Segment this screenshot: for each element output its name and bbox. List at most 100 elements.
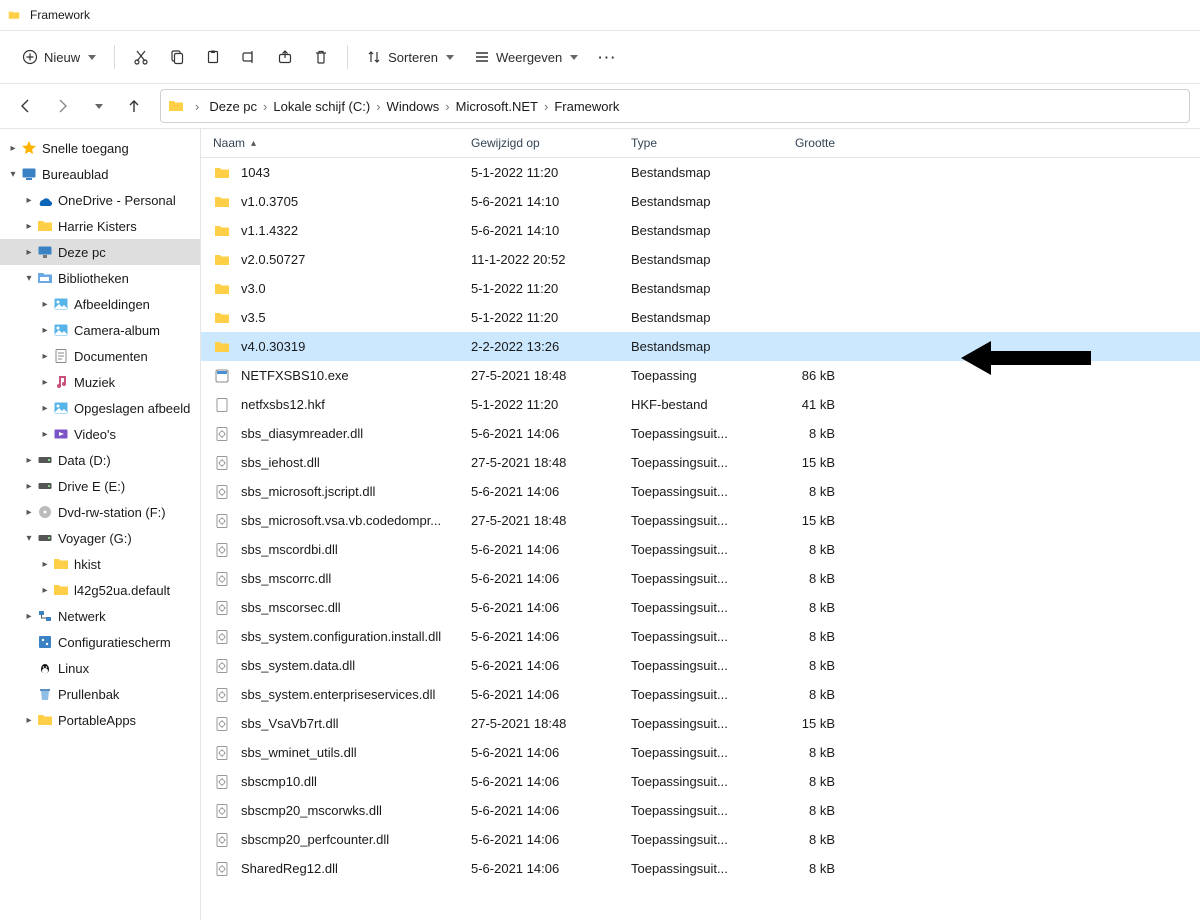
file-row[interactable]: sbs_diasymreader.dll5-6-2021 14:06Toepas… <box>201 419 1200 448</box>
tree-item[interactable]: ▸Drive E (E:) <box>0 473 200 499</box>
breadcrumb-item[interactable]: Framework <box>550 97 623 116</box>
tree-twisty[interactable]: ▸ <box>22 455 36 466</box>
tree-item[interactable]: ▸hkist <box>0 551 200 577</box>
column-date[interactable]: Gewijzigd op <box>459 136 619 150</box>
file-row[interactable]: sbs_iehost.dll27-5-2021 18:48Toepassings… <box>201 448 1200 477</box>
new-button[interactable]: Nieuw <box>14 40 104 74</box>
tree-twisty[interactable]: ▾ <box>6 169 20 180</box>
file-row[interactable]: sbs_microsoft.jscript.dll5-6-2021 14:06T… <box>201 477 1200 506</box>
file-size: 41 kB <box>753 397 847 412</box>
tree-item[interactable]: ▸OneDrive - Personal <box>0 187 200 213</box>
copy-button[interactable] <box>161 40 193 74</box>
tree-label: Linux <box>58 661 89 676</box>
file-row[interactable]: sbscmp10.dll5-6-2021 14:06Toepassingsuit… <box>201 767 1200 796</box>
column-size[interactable]: Grootte <box>753 136 847 150</box>
tree-item[interactable]: ▸Dvd-rw-station (F:) <box>0 499 200 525</box>
file-row[interactable]: sbscmp20_mscorwks.dll5-6-2021 14:06Toepa… <box>201 796 1200 825</box>
sort-button[interactable]: Sorteren <box>358 40 462 74</box>
delete-button[interactable] <box>305 40 337 74</box>
tree-item[interactable]: ▸Harrie Kisters <box>0 213 200 239</box>
tree-item[interactable]: ▸PortableApps <box>0 707 200 733</box>
file-row[interactable]: sbscmp20_perfcounter.dll5-6-2021 14:06To… <box>201 825 1200 854</box>
tree-item[interactable]: Configuratiescherm <box>0 629 200 655</box>
file-name: netfxsbs12.hkf <box>241 397 325 412</box>
tree-twisty[interactable]: ▸ <box>22 715 36 726</box>
tree-twisty[interactable]: ▸ <box>38 429 52 440</box>
file-row[interactable]: v2.0.5072711-1-2022 20:52Bestandsmap <box>201 245 1200 274</box>
tree-item[interactable]: ▸Opgeslagen afbeeld <box>0 395 200 421</box>
tree-item[interactable]: ▾Bureaublad <box>0 161 200 187</box>
file-row[interactable]: v1.1.43225-6-2021 14:10Bestandsmap <box>201 216 1200 245</box>
tree-label: Bibliotheken <box>58 271 129 286</box>
paste-button[interactable] <box>197 40 229 74</box>
tree-item[interactable]: ▸Netwerk <box>0 603 200 629</box>
tree-item[interactable]: ▸Deze pc <box>0 239 200 265</box>
recent-button[interactable] <box>82 90 114 122</box>
file-row[interactable]: v3.55-1-2022 11:20Bestandsmap <box>201 303 1200 332</box>
folder-icon <box>213 164 231 182</box>
file-row[interactable]: sbs_mscorsec.dll5-6-2021 14:06Toepassing… <box>201 593 1200 622</box>
tree-twisty[interactable]: ▸ <box>38 325 52 336</box>
tree-twisty[interactable]: ▸ <box>22 221 36 232</box>
file-row[interactable]: sbs_mscordbi.dll5-6-2021 14:06Toepassing… <box>201 535 1200 564</box>
up-button[interactable] <box>118 90 150 122</box>
nav-tree[interactable]: ▸Snelle toegang▾Bureaublad▸OneDrive - Pe… <box>0 129 201 920</box>
back-button[interactable] <box>10 90 42 122</box>
file-list[interactable]: Naam▴ Gewijzigd op Type Grootte 10435-1-… <box>201 129 1200 920</box>
file-row[interactable]: v3.05-1-2022 11:20Bestandsmap <box>201 274 1200 303</box>
file-row[interactable]: sbs_microsoft.vsa.vb.codedompr...27-5-20… <box>201 506 1200 535</box>
forward-button[interactable] <box>46 90 78 122</box>
file-row[interactable]: sbs_mscorrc.dll5-6-2021 14:06Toepassings… <box>201 564 1200 593</box>
breadcrumb-item[interactable]: Microsoft.NET <box>452 97 542 116</box>
file-row[interactable]: v4.0.303192-2-2022 13:26Bestandsmap <box>201 332 1200 361</box>
address-bar[interactable]: › Deze pc›Lokale schijf (C:)›Windows›Mic… <box>160 89 1190 123</box>
tree-twisty[interactable]: ▸ <box>22 195 36 206</box>
tree-item[interactable]: ▸Data (D:) <box>0 447 200 473</box>
tree-item[interactable]: ▾ Bibliotheken <box>0 265 200 291</box>
tree-twisty[interactable]: ▸ <box>38 403 52 414</box>
tree-item[interactable]: Prullenbak <box>0 681 200 707</box>
tree-item[interactable]: ▸Video's <box>0 421 200 447</box>
file-row[interactable]: sbs_system.enterpriseservices.dll5-6-202… <box>201 680 1200 709</box>
tree-twisty[interactable]: ▸ <box>38 299 52 310</box>
file-row[interactable]: SharedReg12.dll5-6-2021 14:06Toepassings… <box>201 854 1200 883</box>
tree-item[interactable]: ▸Documenten <box>0 343 200 369</box>
file-row[interactable]: sbs_system.data.dll5-6-2021 14:06Toepass… <box>201 651 1200 680</box>
file-row[interactable]: v1.0.37055-6-2021 14:10Bestandsmap <box>201 187 1200 216</box>
tree-twisty[interactable]: ▸ <box>22 481 36 492</box>
cut-button[interactable] <box>125 40 157 74</box>
file-row[interactable]: sbs_VsaVb7rt.dll27-5-2021 18:48Toepassin… <box>201 709 1200 738</box>
share-button[interactable] <box>269 40 301 74</box>
tree-twisty[interactable]: ▸ <box>38 585 52 596</box>
file-row[interactable]: 10435-1-2022 11:20Bestandsmap <box>201 158 1200 187</box>
tree-twisty[interactable]: ▸ <box>22 611 36 622</box>
tree-item[interactable]: ▸Muziek <box>0 369 200 395</box>
file-name: sbs_VsaVb7rt.dll <box>241 716 339 731</box>
tree-item[interactable]: ▸Afbeeldingen <box>0 291 200 317</box>
column-type[interactable]: Type <box>619 136 753 150</box>
tree-twisty[interactable]: ▾ <box>22 533 36 544</box>
file-row[interactable]: NETFXSBS10.exe27-5-2021 18:48Toepassing8… <box>201 361 1200 390</box>
breadcrumb-item[interactable]: Lokale schijf (C:) <box>269 97 374 116</box>
tree-item[interactable]: ▸l42g52ua.default <box>0 577 200 603</box>
tree-twisty[interactable]: ▸ <box>38 351 52 362</box>
column-name[interactable]: Naam▴ <box>201 136 459 150</box>
tree-item[interactable]: Linux <box>0 655 200 681</box>
breadcrumb-item[interactable]: Deze pc <box>205 97 261 116</box>
tree-twisty[interactable]: ▸ <box>6 143 20 154</box>
file-row[interactable]: sbs_system.configuration.install.dll5-6-… <box>201 622 1200 651</box>
file-row[interactable]: sbs_wminet_utils.dll5-6-2021 14:06Toepas… <box>201 738 1200 767</box>
breadcrumb-item[interactable]: Windows <box>383 97 444 116</box>
tree-item[interactable]: ▸Camera-album <box>0 317 200 343</box>
more-button[interactable]: ··· <box>590 40 625 74</box>
tree-twisty[interactable]: ▸ <box>38 377 52 388</box>
tree-twisty[interactable]: ▸ <box>38 559 52 570</box>
tree-item[interactable]: ▸Snelle toegang <box>0 135 200 161</box>
rename-button[interactable] <box>233 40 265 74</box>
tree-item[interactable]: ▾Voyager (G:) <box>0 525 200 551</box>
file-row[interactable]: netfxsbs12.hkf5-1-2022 11:20HKF-bestand4… <box>201 390 1200 419</box>
tree-twisty[interactable]: ▾ <box>22 273 36 284</box>
view-button[interactable]: Weergeven <box>466 40 586 74</box>
tree-twisty[interactable]: ▸ <box>22 247 36 258</box>
tree-twisty[interactable]: ▸ <box>22 507 36 518</box>
